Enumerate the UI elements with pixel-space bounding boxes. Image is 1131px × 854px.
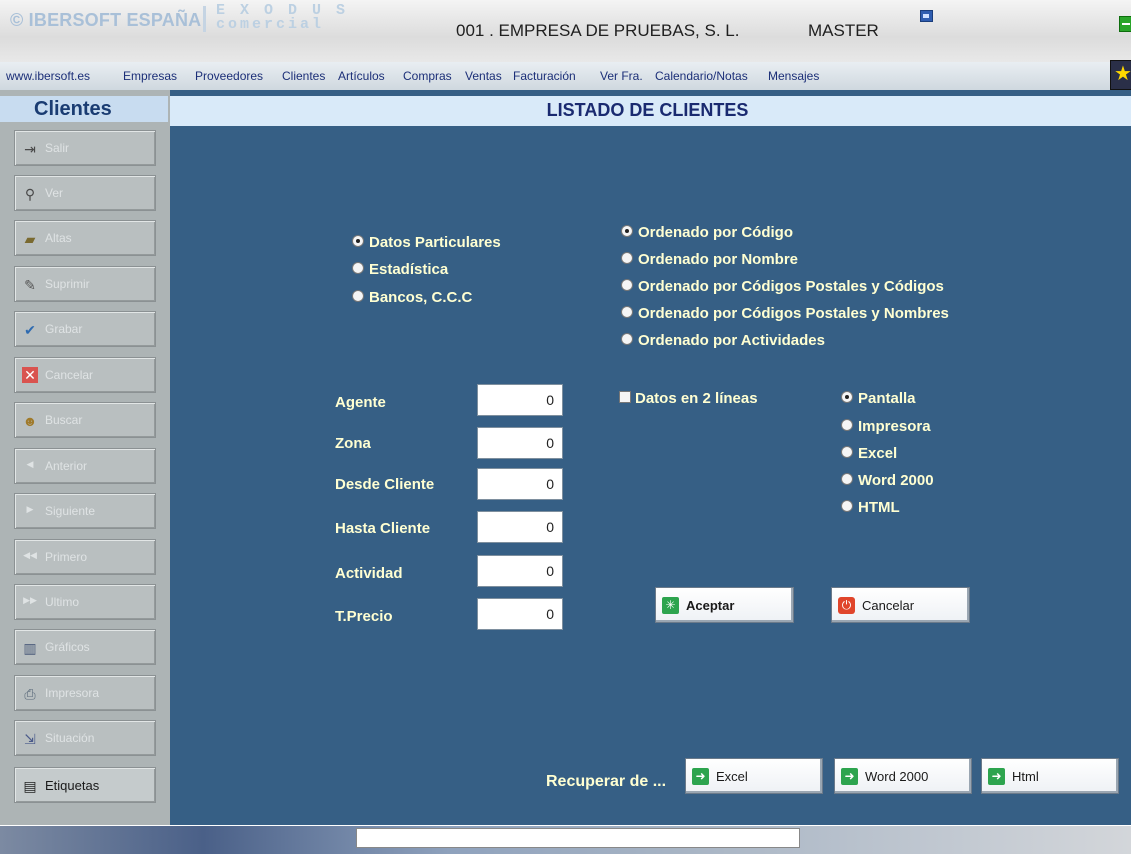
star-icon[interactable]: ★ <box>1110 60 1131 90</box>
menu-item-ventas[interactable]: Ventas <box>465 69 502 83</box>
radio-salida-impresora[interactable]: Impresora <box>841 418 931 435</box>
graficos-button[interactable]: ▥ Gráficos <box>14 629 156 665</box>
radio-orden-actividades[interactable]: Ordenado por Actividades <box>621 332 825 349</box>
sidebar-title: Clientes <box>34 98 112 120</box>
double-arrow-right-icon: ▶▶ <box>23 595 37 605</box>
menu-item-website[interactable]: www.ibersoft.es <box>6 69 90 83</box>
agente-label: Agente <box>335 394 386 411</box>
grabar-button[interactable]: ✔ Grabar <box>14 311 156 347</box>
tprecio-label: T.Precio <box>335 608 393 625</box>
status-field[interactable] <box>356 828 800 848</box>
salir-button[interactable]: ⇥ Salir <box>14 130 156 166</box>
recuperar-word-button[interactable]: ➜ Word 2000 <box>834 758 972 794</box>
exodus-logo: E X O D U Scomercial <box>216 3 348 33</box>
people-search-icon: ☻ <box>22 413 38 429</box>
exit-icon: ⇥ <box>24 141 36 157</box>
zona-input[interactable]: 0 <box>477 427 563 459</box>
menu-item-calendario-notas[interactable]: Calendario/Notas <box>655 69 748 83</box>
exodus-logo-line2: comercial <box>216 16 325 33</box>
desde-cliente-input[interactable]: 0 <box>477 468 563 500</box>
siguiente-button[interactable]: ▶ Siguiente <box>14 493 156 529</box>
menu-item-proveedores[interactable]: Proveedores <box>195 69 263 83</box>
labels-icon: ▤ <box>23 778 37 794</box>
primero-button[interactable]: ◀◀ Primero <box>14 539 156 575</box>
menu-item-ver-fra[interactable]: Ver Fra. <box>600 69 643 83</box>
accept-icon: ✳ <box>662 597 679 614</box>
cancelar-sidebar-button[interactable]: ✕ Cancelar <box>14 357 156 393</box>
double-arrow-left-icon: ◀◀ <box>23 550 37 560</box>
buscar-button[interactable]: ☻ Buscar <box>14 402 156 438</box>
radio-salida-word[interactable]: Word 2000 <box>841 472 934 489</box>
radio-datos-particulares[interactable]: Datos Particulares <box>352 234 501 251</box>
radio-salida-html[interactable]: HTML <box>841 499 900 516</box>
hasta-cliente-label: Hasta Cliente <box>335 520 431 537</box>
cancel-x-icon: ✕ <box>22 367 38 383</box>
aceptar-button[interactable]: ✳ Aceptar <box>655 587 794 623</box>
pencil-erase-icon: ✎ <box>24 277 36 293</box>
arrow-right-icon: ▶ <box>26 504 34 514</box>
ver-button[interactable]: ⚲ Ver <box>14 175 156 211</box>
minimize-icon[interactable] <box>1119 16 1131 32</box>
menu-item-articulos[interactable]: Artículos <box>338 69 385 83</box>
menu-item-compras[interactable]: Compras <box>403 69 452 83</box>
desde-cliente-label: Desde Cliente <box>335 476 435 493</box>
user-name: MASTER <box>808 21 879 40</box>
power-icon: ⏻ <box>838 597 855 614</box>
recuperar-excel-button[interactable]: ➜ Excel <box>685 758 823 794</box>
magnifier-icon: ⚲ <box>24 186 36 202</box>
tprecio-input[interactable]: 0 <box>477 598 563 630</box>
arrow-into-icon: ➜ <box>841 768 858 785</box>
logo-separator <box>203 6 206 32</box>
arrow-into-icon: ➜ <box>692 768 709 785</box>
datos-2-lineas-checkbox[interactable]: Datos en 2 líneas <box>619 390 758 407</box>
menu-bar: www.ibersoft.es Empresas Proveedores Cli… <box>0 62 1131 90</box>
menu-item-empresas[interactable]: Empresas <box>123 69 177 83</box>
menu-item-mensajes[interactable]: Mensajes <box>768 69 819 83</box>
menu-item-clientes[interactable]: Clientes <box>282 69 325 83</box>
window-icon[interactable] <box>920 10 933 22</box>
main-panel <box>170 90 1131 825</box>
suprimir-button[interactable]: ✎ Suprimir <box>14 266 156 302</box>
printer-icon: ⎙ <box>24 686 36 702</box>
folder-open-icon: ▰ <box>24 231 36 247</box>
checkmark-icon: ✔ <box>24 322 36 338</box>
situation-icon: ⇲ <box>24 731 36 747</box>
radio-salida-pantalla[interactable]: Pantalla <box>841 390 916 407</box>
recuperar-label: Recuperar de ... <box>546 773 667 790</box>
radio-orden-cp-nombres[interactable]: Ordenado por Códigos Postales y Nombres <box>621 305 949 322</box>
menu-item-facturacion[interactable]: Facturación <box>513 69 576 83</box>
radio-orden-codigo[interactable]: Ordenado por Código <box>621 224 793 241</box>
radio-orden-nombre[interactable]: Ordenado por Nombre <box>621 251 798 268</box>
impresora-button[interactable]: ⎙ Impresora <box>14 675 156 711</box>
radio-orden-cp-codigos[interactable]: Ordenado por Códigos Postales y Códigos <box>621 278 944 295</box>
situacion-button[interactable]: ⇲ Situación <box>14 720 156 756</box>
zona-label: Zona <box>335 435 371 452</box>
cancelar-button[interactable]: ⏻ Cancelar <box>831 587 970 623</box>
actividad-input[interactable]: 0 <box>477 555 563 587</box>
ultimo-button[interactable]: ▶▶ Ultimo <box>14 584 156 620</box>
radio-estadistica[interactable]: Estadística <box>352 261 448 278</box>
page-title: LISTADO DE CLIENTES <box>546 100 749 120</box>
arrow-into-icon: ➜ <box>988 768 1005 785</box>
altas-button[interactable]: ▰ Altas <box>14 220 156 256</box>
ibersoft-logo: © IBERSOFT ESPAÑA <box>10 10 202 30</box>
radio-bancos-ccc[interactable]: Bancos, C.C.C <box>352 289 472 306</box>
actividad-label: Actividad <box>335 565 403 582</box>
anterior-button[interactable]: ◀ Anterior <box>14 448 156 484</box>
etiquetas-button[interactable]: ▤ Etiquetas <box>14 767 156 803</box>
company-name: 001 . EMPRESA DE PRUEBAS, S. L. <box>456 21 740 40</box>
bar-chart-icon: ▥ <box>23 640 37 656</box>
radio-salida-excel[interactable]: Excel <box>841 445 897 462</box>
recuperar-html-button[interactable]: ➜ Html <box>981 758 1119 794</box>
agente-input[interactable]: 0 <box>477 384 563 416</box>
arrow-left-icon: ◀ <box>26 459 34 469</box>
hasta-cliente-input[interactable]: 0 <box>477 511 563 543</box>
